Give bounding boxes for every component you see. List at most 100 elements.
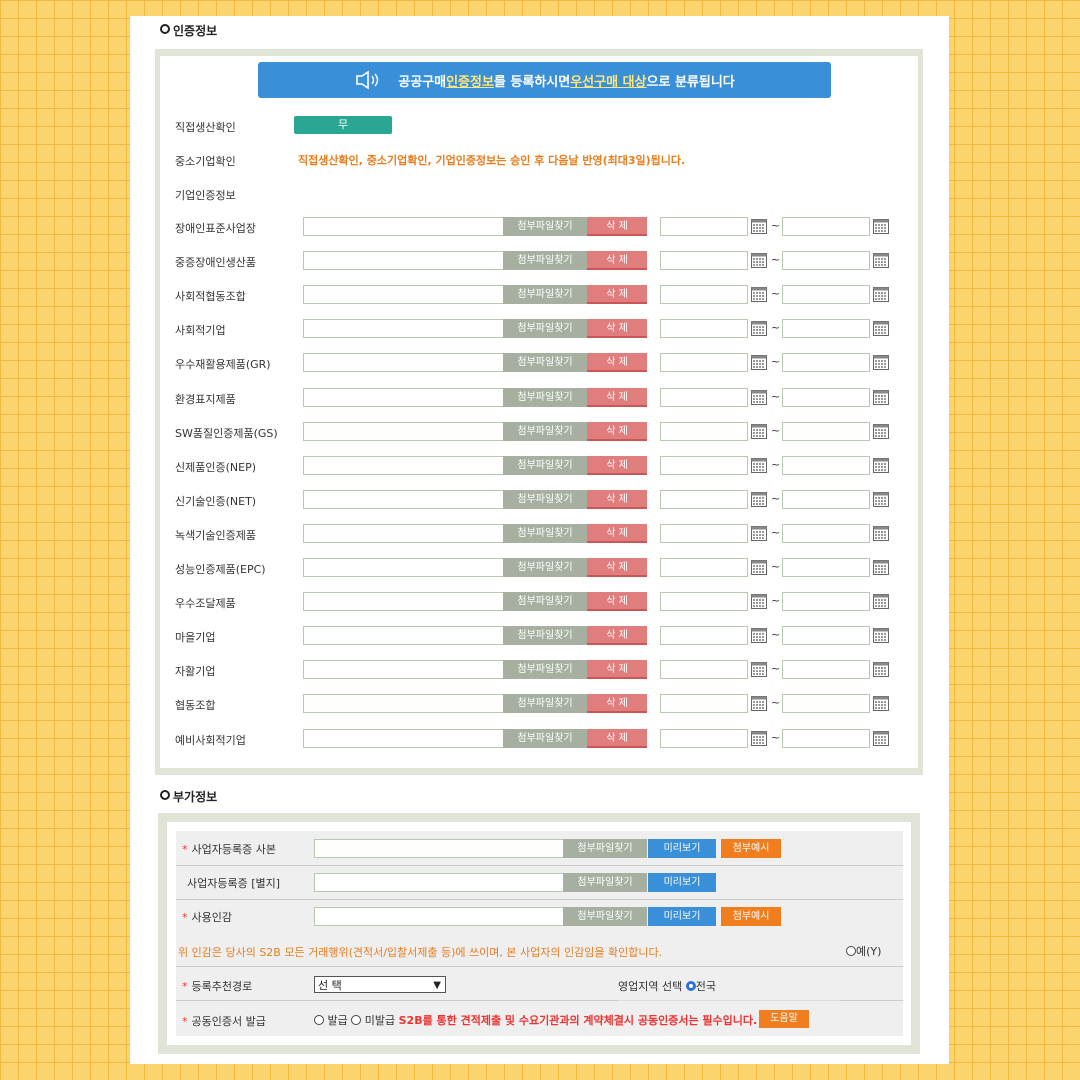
biz-attach-preview-button[interactable]: 미리보기 — [648, 873, 716, 892]
calendar-icon[interactable] — [751, 730, 767, 746]
delete-button[interactable]: 삭 제 — [587, 489, 647, 509]
calendar-icon[interactable] — [873, 287, 889, 303]
end-date-input[interactable] — [782, 455, 870, 475]
cert-file-input[interactable] — [303, 319, 505, 339]
cert-file-input[interactable] — [303, 387, 505, 407]
calendar-icon[interactable] — [873, 355, 889, 371]
end-date-input[interactable] — [782, 353, 870, 373]
biz-attach-file-input[interactable] — [314, 873, 564, 892]
find-file-button[interactable]: 첨부파일찾기 — [503, 592, 587, 612]
calendar-icon[interactable] — [873, 389, 889, 405]
end-date-input[interactable] — [782, 489, 870, 509]
delete-button[interactable]: 삭 제 — [587, 319, 647, 339]
calendar-icon[interactable] — [751, 628, 767, 644]
biz-copy-preview-button[interactable]: 미리보기 — [648, 839, 716, 858]
delete-button[interactable]: 삭 제 — [587, 728, 647, 748]
find-file-button[interactable]: 첨부파일찾기 — [503, 558, 587, 577]
cert-file-input[interactable] — [303, 558, 505, 577]
cert-file-input[interactable] — [303, 626, 505, 646]
cert-file-input[interactable] — [303, 694, 505, 714]
cert-file-input[interactable] — [303, 455, 505, 475]
start-date-input[interactable] — [660, 285, 748, 305]
help-button[interactable]: 도움말 — [759, 1010, 809, 1028]
calendar-icon[interactable] — [751, 662, 767, 678]
calendar-icon[interactable] — [751, 253, 767, 269]
find-file-button[interactable]: 첨부파일찾기 — [503, 523, 587, 543]
cert-file-input[interactable] — [303, 353, 505, 373]
cert-file-input[interactable] — [303, 728, 505, 748]
calendar-icon[interactable] — [873, 730, 889, 746]
cert-file-input[interactable] — [303, 251, 505, 271]
delete-button[interactable]: 삭 제 — [587, 353, 647, 373]
end-date-input[interactable] — [782, 626, 870, 646]
calendar-icon[interactable] — [751, 321, 767, 337]
end-date-input[interactable] — [782, 728, 870, 748]
find-file-button[interactable]: 첨부파일찾기 — [503, 694, 587, 714]
calendar-icon[interactable] — [751, 287, 767, 303]
delete-button[interactable]: 삭 제 — [587, 660, 647, 680]
calendar-icon[interactable] — [751, 457, 767, 473]
calendar-icon[interactable] — [751, 389, 767, 405]
start-date-input[interactable] — [660, 489, 748, 509]
biz-copy-file-input[interactable] — [314, 839, 564, 858]
seal-example-button[interactable]: 첨부예시 — [721, 907, 781, 926]
delete-button[interactable]: 삭 제 — [587, 421, 647, 441]
calendar-icon[interactable] — [873, 321, 889, 337]
find-file-button[interactable]: 첨부파일찾기 — [503, 285, 587, 305]
end-date-input[interactable] — [782, 251, 870, 271]
find-file-button[interactable]: 첨부파일찾기 — [503, 626, 587, 646]
seal-preview-button[interactable]: 미리보기 — [648, 907, 716, 926]
end-date-input[interactable] — [782, 421, 870, 441]
seal-confirm[interactable]: 예(Y) — [846, 943, 881, 959]
calendar-icon[interactable] — [873, 560, 889, 575]
cert-file-input[interactable] — [303, 592, 505, 612]
start-date-input[interactable] — [660, 523, 748, 543]
calendar-icon[interactable] — [751, 423, 767, 439]
seal-confirm-radio[interactable] — [846, 946, 856, 956]
seal-find-button[interactable]: 첨부파일찾기 — [563, 907, 647, 926]
find-file-button[interactable]: 첨부파일찾기 — [503, 455, 587, 475]
cert-file-input[interactable] — [303, 523, 505, 543]
start-date-input[interactable] — [660, 421, 748, 441]
cert-file-input[interactable] — [303, 217, 505, 236]
delete-button[interactable]: 삭 제 — [587, 455, 647, 475]
route-select[interactable]: 선 택 ▼ — [314, 976, 446, 993]
find-file-button[interactable]: 첨부파일찾기 — [503, 353, 587, 373]
biz-copy-find-button[interactable]: 첨부파일찾기 — [563, 839, 647, 858]
calendar-icon[interactable] — [751, 491, 767, 507]
end-date-input[interactable] — [782, 217, 870, 236]
calendar-icon[interactable] — [751, 696, 767, 712]
issued-radio[interactable] — [314, 1015, 324, 1025]
calendar-icon[interactable] — [873, 525, 889, 541]
calendar-icon[interactable] — [873, 662, 889, 678]
end-date-input[interactable] — [782, 285, 870, 305]
start-date-input[interactable] — [660, 626, 748, 646]
end-date-input[interactable] — [782, 387, 870, 407]
find-file-button[interactable]: 첨부파일찾기 — [503, 489, 587, 509]
delete-button[interactable]: 삭 제 — [587, 217, 647, 236]
calendar-icon[interactable] — [873, 628, 889, 644]
delete-button[interactable]: 삭 제 — [587, 694, 647, 714]
seal-file-input[interactable] — [314, 907, 564, 926]
calendar-icon[interactable] — [751, 594, 767, 610]
find-file-button[interactable]: 첨부파일찾기 — [503, 217, 587, 236]
calendar-icon[interactable] — [873, 696, 889, 712]
delete-button[interactable]: 삭 제 — [587, 285, 647, 305]
delete-button[interactable]: 삭 제 — [587, 523, 647, 543]
start-date-input[interactable] — [660, 251, 748, 271]
end-date-input[interactable] — [782, 694, 870, 714]
calendar-icon[interactable] — [873, 594, 889, 610]
biz-attach-find-button[interactable]: 첨부파일찾기 — [563, 873, 647, 892]
cert-file-input[interactable] — [303, 660, 505, 680]
cert-file-input[interactable] — [303, 285, 505, 305]
delete-button[interactable]: 삭 제 — [587, 558, 647, 577]
start-date-input[interactable] — [660, 319, 748, 339]
find-file-button[interactable]: 첨부파일찾기 — [503, 319, 587, 339]
direct-production-button[interactable]: 무 — [294, 116, 392, 134]
calendar-icon[interactable] — [873, 253, 889, 269]
not-issued-radio[interactable] — [351, 1015, 362, 1025]
calendar-icon[interactable] — [873, 491, 889, 507]
region-radio[interactable] — [685, 981, 696, 991]
start-date-input[interactable] — [660, 217, 748, 236]
start-date-input[interactable] — [660, 558, 748, 577]
